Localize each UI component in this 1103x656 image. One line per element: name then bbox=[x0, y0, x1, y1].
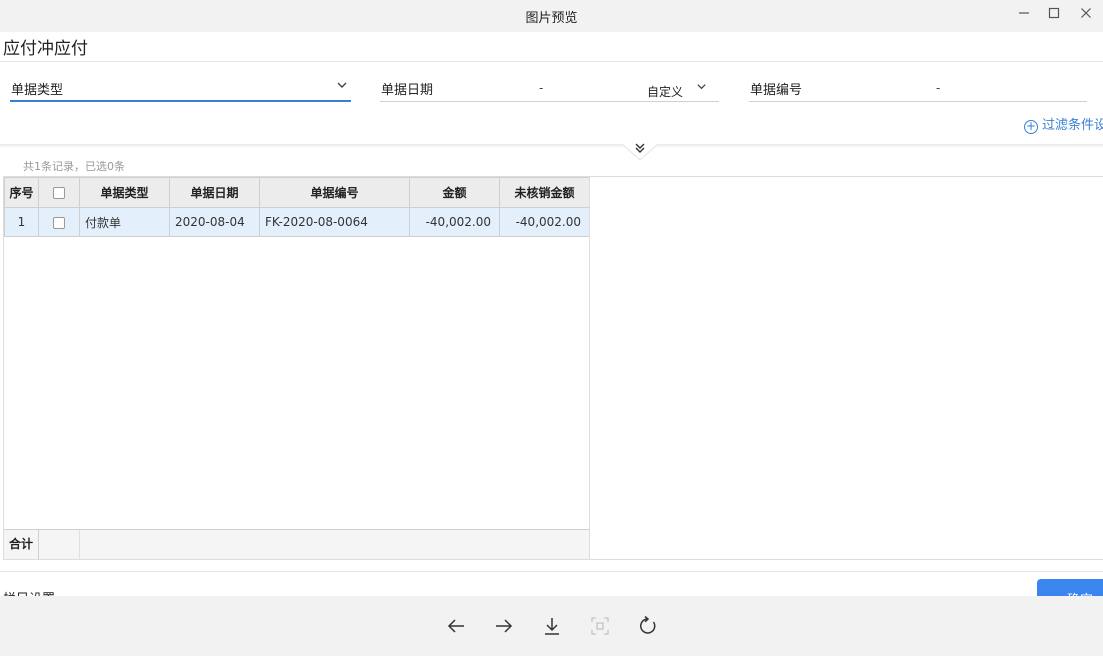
col-header-unsettled[interactable]: 未核销金额 bbox=[499, 177, 590, 208]
chevron-down-icon[interactable] bbox=[696, 81, 707, 95]
total-separator bbox=[79, 530, 80, 559]
doc-date-range[interactable]: 单据日期 - 自定义 bbox=[380, 76, 719, 102]
col-header-index: 序号 bbox=[4, 177, 39, 208]
doc-number-range[interactable]: 单据编号 - bbox=[749, 76, 1087, 102]
col-header-select-all[interactable] bbox=[38, 177, 80, 208]
data-grid: 序号 单据类型 单据日期 单据编号 金额 未核销金额 1 付款单 2020-08… bbox=[3, 176, 1103, 560]
page-title: 应付冲应付 bbox=[3, 39, 88, 59]
row-unsettled: -40,002.00 bbox=[499, 207, 590, 237]
col-header-doc-number[interactable]: 单据编号 bbox=[259, 177, 410, 208]
date-range-separator: - bbox=[539, 81, 544, 95]
minimize-icon[interactable] bbox=[1013, 4, 1035, 22]
expand-filter-toggle[interactable] bbox=[622, 142, 658, 162]
row-checkbox[interactable] bbox=[53, 216, 65, 229]
number-range-separator: - bbox=[936, 81, 941, 95]
doc-date-label: 单据日期 bbox=[381, 83, 434, 98]
row-select[interactable] bbox=[38, 207, 80, 237]
filter-settings-label: 过滤条件设置 bbox=[1042, 118, 1103, 133]
select-all-checkbox[interactable] bbox=[53, 187, 65, 199]
row-index: 1 bbox=[4, 207, 39, 237]
arrow-left-icon[interactable] bbox=[444, 614, 468, 638]
total-label: 合计 bbox=[4, 530, 39, 559]
col-header-amount[interactable]: 金额 bbox=[409, 177, 500, 208]
date-range-option[interactable]: 自定义 bbox=[647, 83, 683, 100]
table-row[interactable]: 1 付款单 2020-08-04 FK-2020-08-0064 -40,002… bbox=[4, 207, 590, 237]
double-chevron-down-icon bbox=[634, 142, 646, 155]
divider bbox=[0, 61, 1103, 62]
viewer-toolbar bbox=[0, 596, 1103, 656]
grid-table: 序号 单据类型 单据日期 单据编号 金额 未核销金额 1 付款单 2020-08… bbox=[4, 177, 590, 237]
filter-settings-link[interactable]: + 过滤条件设置 bbox=[1024, 114, 1103, 134]
col-header-doc-type[interactable]: 单据类型 bbox=[79, 177, 170, 208]
row-doc-date: 2020-08-04 bbox=[169, 207, 260, 237]
column-settings-link[interactable]: 栏目设置 bbox=[3, 588, 55, 596]
window-title: 图片预览 bbox=[525, 11, 578, 26]
download-icon[interactable] bbox=[540, 614, 564, 638]
plus-circle-icon: + bbox=[1024, 119, 1038, 134]
maximize-icon[interactable] bbox=[1043, 4, 1065, 22]
chevron-down-icon bbox=[336, 79, 348, 94]
arrow-right-icon[interactable] bbox=[492, 614, 516, 638]
doc-number-label: 单据编号 bbox=[750, 83, 803, 98]
filter-panel-edge bbox=[0, 144, 1103, 148]
fit-screen-icon[interactable] bbox=[588, 614, 612, 638]
col-header-doc-date[interactable]: 单据日期 bbox=[169, 177, 260, 208]
preview-content: 应付冲应付 单据类型 单据日期 - 自定义 单据编号 - + 过滤条件设置 共1条… bbox=[0, 32, 1103, 596]
grid-header-row: 序号 单据类型 单据日期 单据编号 金额 未核销金额 bbox=[4, 177, 590, 208]
footer-divider bbox=[0, 571, 1103, 572]
rotate-icon[interactable] bbox=[636, 614, 660, 638]
confirm-button[interactable]: 确定 bbox=[1037, 579, 1103, 596]
row-doc-number: FK-2020-08-0064 bbox=[259, 207, 410, 237]
record-summary: 共1条记录，已选0条 bbox=[23, 160, 125, 173]
row-doc-type: 付款单 bbox=[79, 207, 170, 237]
doc-type-select[interactable]: 单据类型 bbox=[10, 76, 351, 102]
close-icon[interactable] bbox=[1075, 4, 1097, 22]
doc-type-label: 单据类型 bbox=[11, 83, 64, 98]
window-titlebar: 图片预览 bbox=[0, 0, 1103, 32]
row-amount: -40,002.00 bbox=[409, 207, 500, 237]
total-row: 合计 bbox=[4, 529, 589, 559]
grid-right-border bbox=[589, 177, 590, 560]
